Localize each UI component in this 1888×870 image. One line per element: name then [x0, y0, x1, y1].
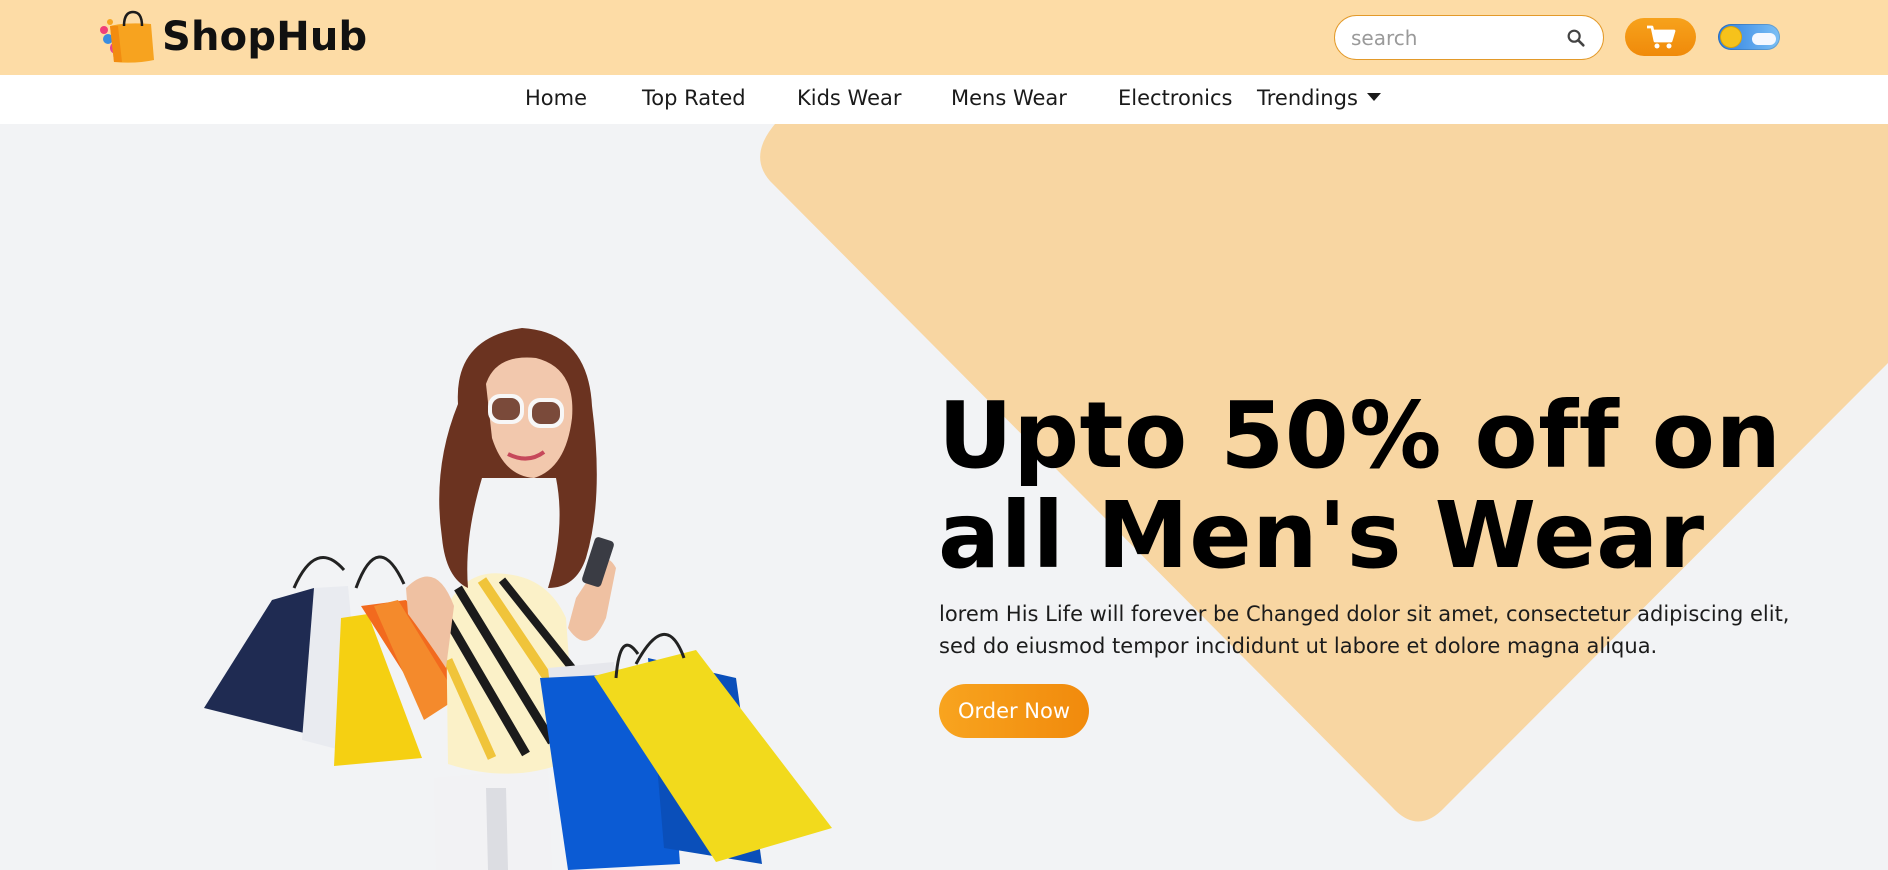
- search-box: [1334, 15, 1604, 60]
- nav-item-top-rated[interactable]: Top Rated: [642, 86, 746, 110]
- sun-icon: [1721, 27, 1741, 47]
- cloud-icon: [1752, 33, 1776, 45]
- top-header: ShopHub: [0, 0, 1888, 75]
- shopping-bag-icon: [100, 10, 154, 63]
- search-icon[interactable]: [1565, 27, 1587, 49]
- theme-toggle[interactable]: [1718, 24, 1780, 50]
- brand-logo[interactable]: ShopHub: [96, 8, 367, 66]
- nav-item-home[interactable]: Home: [525, 86, 587, 110]
- nav-item-electronics[interactable]: Electronics: [1118, 86, 1232, 110]
- brand-name[interactable]: ShopHub: [162, 14, 367, 60]
- caret-down-icon: [1366, 93, 1381, 101]
- search-input[interactable]: [1349, 22, 1559, 54]
- order-now-button[interactable]: Order Now: [939, 684, 1089, 738]
- nav-item-mens-wear[interactable]: Mens Wear: [951, 86, 1067, 110]
- nav-item-trendings-label: Trendings: [1257, 86, 1358, 110]
- hero-headline: Upto 50% off on all Men's Wear: [938, 386, 1838, 586]
- nav-item-trendings[interactable]: Trendings: [1257, 86, 1381, 110]
- woman-with-shopping-bags-image: [204, 328, 832, 870]
- cart-icon: [1646, 25, 1675, 49]
- hero-headline-line2: all Men's Wear: [938, 482, 1705, 589]
- hero-banner: Upto 50% off on all Men's Wear lorem His…: [0, 124, 1888, 870]
- hero-headline-line1: Upto 50% off on: [938, 382, 1782, 489]
- nav-item-kids-wear[interactable]: Kids Wear: [797, 86, 902, 110]
- main-nav: Home Top Rated Kids Wear Mens Wear Elect…: [0, 75, 1888, 124]
- cart-button[interactable]: [1625, 18, 1696, 56]
- hero-description: lorem His Life will forever be Changed d…: [939, 602, 1790, 658]
